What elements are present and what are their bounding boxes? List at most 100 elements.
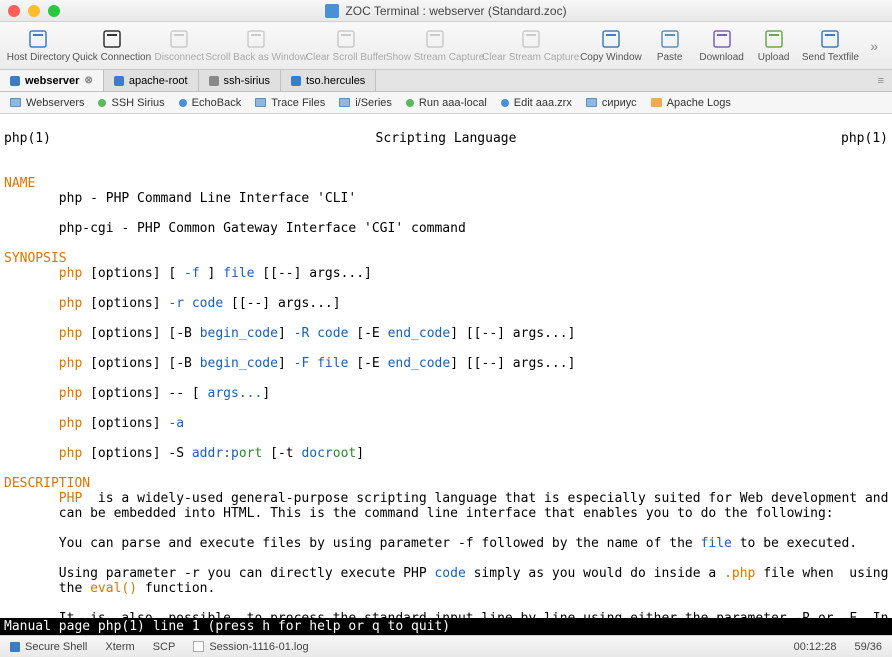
- toolbar-label: Clear Stream Capture: [482, 52, 579, 63]
- main-toolbar: Host DirectoryQuick Connection Disconnect…: [0, 22, 892, 70]
- bookmark-trace-files[interactable]: Trace Files: [255, 97, 325, 109]
- bookmark-apache-logs[interactable]: Apache Logs: [651, 97, 731, 109]
- bookmark-label: Apache Logs: [667, 97, 731, 109]
- bookmark-label: Webservers: [26, 97, 84, 109]
- bookmark-label: Edit aaa.zrx: [514, 97, 572, 109]
- window-title: ZOC Terminal : webserver (Standard.zoc): [345, 4, 566, 18]
- paste-icon: [659, 28, 681, 50]
- bookmark-label: Run aaa-local: [419, 97, 487, 109]
- pager-status-line: Manual page php(1) line 1 (press h for h…: [0, 618, 892, 635]
- man-header-right: php(1): [841, 131, 888, 146]
- toolbar-clear-scroll-button: Clear Scroll Buffer: [307, 26, 386, 65]
- minimize-window-button[interactable]: [28, 5, 40, 17]
- folder-icon: [339, 98, 350, 107]
- green-icon: [406, 99, 414, 107]
- status-connection: Secure Shell: [10, 641, 87, 653]
- tab-close-button[interactable]: ⊗: [84, 75, 92, 86]
- tab-tso.hercules[interactable]: tso.hercules: [281, 70, 376, 91]
- toolbar-send-text-button[interactable]: Send Textfile: [801, 26, 861, 65]
- folder-icon: [255, 98, 266, 107]
- window-titlebar: ZOC Terminal : webserver (Standard.zoc): [0, 0, 892, 22]
- toolbar-label: Quick Connection: [72, 52, 151, 63]
- bookmark-сириус[interactable]: сириус: [586, 97, 637, 109]
- status-bar: Secure Shell Xterm SCP Session-1116-01.l…: [0, 635, 892, 657]
- status-cursor-pos: 59/36: [854, 641, 882, 653]
- tabs-config-button[interactable]: ≡: [870, 70, 892, 91]
- bookmark-echoback[interactable]: EchoBack: [179, 97, 242, 109]
- scroll-window-icon: [245, 28, 267, 50]
- toolbar-paste-button[interactable]: Paste: [645, 26, 695, 65]
- tab-label: webserver: [25, 75, 79, 87]
- copy-icon: [600, 28, 622, 50]
- download-icon: [711, 28, 733, 50]
- bookmark-ssh-sirius[interactable]: SSH Sirius: [98, 97, 164, 109]
- toolbar-label: Show Stream Capture: [386, 52, 484, 63]
- toolbar-show-capture-button: Show Stream Capture: [388, 26, 482, 65]
- session-tabs: webserver ⊗ apache-root ssh-sirius tso.hercu…: [0, 70, 892, 92]
- close-window-button[interactable]: [8, 5, 20, 17]
- toolbar-label: Clear Scroll Buffer: [306, 52, 387, 63]
- toolbar-overflow-button[interactable]: »: [862, 38, 886, 54]
- clear-scroll-icon: [335, 28, 357, 50]
- status-terminal-type: Xterm: [105, 641, 134, 653]
- toolbar-download-button[interactable]: Download: [697, 26, 747, 65]
- tab-label: ssh-sirius: [224, 75, 270, 87]
- tab-icon: [209, 76, 219, 86]
- address-book-icon: [27, 28, 49, 50]
- name-line-1: php - PHP Command Line Interface 'CLI': [4, 191, 356, 206]
- bookmark-run-aaa-local[interactable]: Run aaa-local: [406, 97, 487, 109]
- section-synopsis: SYNOPSIS: [4, 251, 67, 266]
- tab-webserver[interactable]: webserver ⊗: [0, 70, 104, 91]
- toolbar-label: Disconnect: [155, 52, 204, 63]
- toolbar-terminal-button[interactable]: Quick Connection: [73, 26, 151, 65]
- bookmark-label: EchoBack: [192, 97, 242, 109]
- tab-icon: [114, 76, 124, 86]
- tab-icon: [10, 76, 20, 86]
- toolbar-label: Upload: [758, 52, 790, 63]
- tab-label: tso.hercules: [306, 75, 365, 87]
- blue-icon: [501, 99, 509, 107]
- disconnect-icon: [168, 28, 190, 50]
- upload-icon: [763, 28, 785, 50]
- terminal-output[interactable]: php(1)Scripting Languagephp(1) NAME php …: [0, 114, 892, 618]
- log-checkbox[interactable]: [193, 641, 204, 652]
- man-header-center: Scripting Language: [51, 131, 841, 146]
- toolbar-label: Paste: [657, 52, 683, 63]
- traffic-lights: [0, 5, 60, 17]
- bookmark-label: сириус: [602, 97, 637, 109]
- blue-icon: [179, 99, 187, 107]
- connection-icon: [10, 642, 20, 652]
- bookmarks-bar: Webservers SSH Sirius EchoBack Trace Files i…: [0, 92, 892, 114]
- bookmark-i/series[interactable]: i/Series: [339, 97, 392, 109]
- tab-apache-root[interactable]: apache-root: [104, 70, 199, 91]
- status-protocol: SCP: [153, 641, 176, 653]
- bookmark-label: Trace Files: [271, 97, 325, 109]
- green-icon: [98, 99, 106, 107]
- toolbar-label: Copy Window: [580, 52, 642, 63]
- toolbar-upload-button[interactable]: Upload: [749, 26, 799, 65]
- orange-icon: [651, 98, 662, 107]
- folder-icon: [10, 98, 21, 107]
- toolbar-address-book-button[interactable]: Host Directory: [6, 26, 71, 65]
- man-header-left: php(1): [4, 131, 51, 146]
- toolbar-label: Send Textfile: [802, 52, 859, 63]
- section-description: DESCRIPTION: [4, 476, 90, 491]
- toolbar-clear-capture-button: Clear Stream Capture: [484, 26, 577, 65]
- toolbar-disconnect-button: Disconnect: [153, 26, 206, 65]
- status-time: 00:12:28: [794, 641, 837, 653]
- maximize-window-button[interactable]: [48, 5, 60, 17]
- bookmark-webservers[interactable]: Webservers: [10, 97, 84, 109]
- folder-icon: [586, 98, 597, 107]
- tab-ssh-sirius[interactable]: ssh-sirius: [199, 70, 281, 91]
- toolbar-copy-button[interactable]: Copy Window: [579, 26, 642, 65]
- bookmark-label: SSH Sirius: [111, 97, 164, 109]
- app-icon: [325, 4, 339, 18]
- toolbar-label: Scroll Back as Window: [205, 52, 307, 63]
- terminal-icon: [101, 28, 123, 50]
- tab-icon: [291, 76, 301, 86]
- toolbar-scroll-window-button: Scroll Back as Window: [208, 26, 305, 65]
- name-line-2: php-cgi - PHP Common Gateway Interface '…: [4, 221, 466, 236]
- clear-capture-icon: [520, 28, 542, 50]
- tab-label: apache-root: [129, 75, 188, 87]
- bookmark-edit-aaa.zrx[interactable]: Edit aaa.zrx: [501, 97, 572, 109]
